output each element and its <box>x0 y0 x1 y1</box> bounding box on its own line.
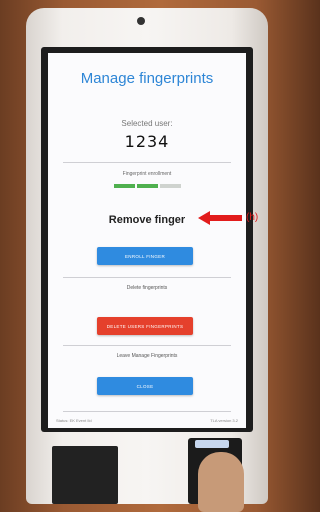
user-finger <box>198 452 244 512</box>
progress-segment <box>160 184 181 188</box>
annotation-arrow-icon <box>198 211 242 225</box>
close-button[interactable]: CLOSE <box>97 377 193 395</box>
delete-section-label: Delete fingerprints <box>126 285 168 291</box>
leave-section-label: Leave Manage Fingerprints <box>116 353 178 359</box>
touch-screen: Manage fingerprints Selected user: 1234 … <box>48 53 246 428</box>
progress-segment <box>137 184 158 188</box>
selected-user-value: 1234 <box>124 132 170 151</box>
enrollment-label: Fingerprint enrollment <box>122 171 172 177</box>
enroll-finger-button[interactable]: ENROLL FINGER <box>97 247 193 265</box>
page-title: Manage fingerprints <box>80 70 214 87</box>
divider <box>63 345 231 346</box>
camera-icon <box>137 17 145 25</box>
footer-version: TLA version 3.2 <box>210 418 238 423</box>
delete-fingerprints-button[interactable]: DELETE USERS FINGERPRINTS <box>97 317 193 335</box>
scanner-light <box>195 440 229 448</box>
card-reader <box>52 446 118 504</box>
divider <box>63 411 231 412</box>
annotation-label: (h) <box>246 212 259 223</box>
divider <box>63 277 231 278</box>
progress-segment <box>114 184 135 188</box>
selected-user-label: Selected user: <box>121 119 173 128</box>
enrollment-progress-bar <box>114 184 181 188</box>
divider <box>63 162 231 163</box>
footer-status: Status: EK Event Ild <box>56 418 92 423</box>
